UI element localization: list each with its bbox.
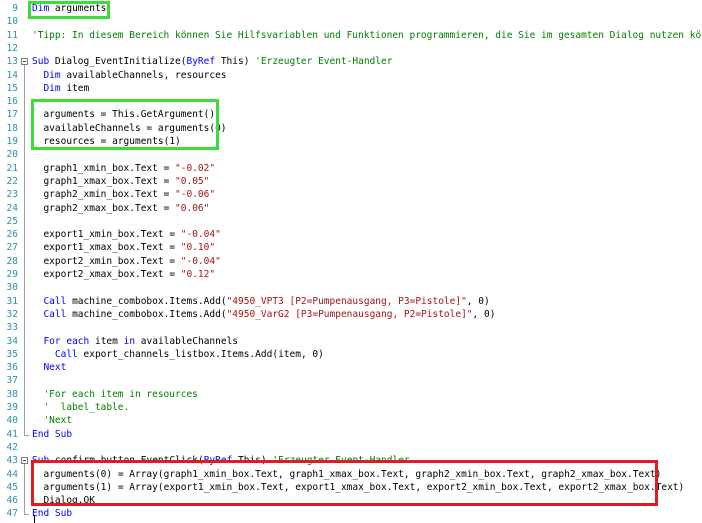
code-line[interactable]: export2_xmin_box.Text = "-0.04"	[32, 255, 220, 268]
code-line[interactable]: Dim arguments	[32, 2, 106, 15]
line-number: 14	[6, 69, 18, 81]
line-number: 31	[6, 295, 18, 307]
line-number: 43	[6, 455, 18, 467]
line-number: 23	[6, 189, 18, 201]
line-number: 40	[6, 415, 18, 427]
collapse-icon[interactable]	[21, 58, 28, 66]
line-number: 42	[6, 441, 18, 453]
line-number: 10	[6, 16, 18, 28]
code-line[interactable]: 'Next	[32, 414, 72, 427]
line-number: 39	[6, 402, 18, 413]
line-number: 27	[6, 242, 18, 254]
line-number: 36	[6, 362, 18, 374]
code-line[interactable]: ' label_table.	[32, 401, 129, 414]
code-line[interactable]: Sub confirm button EventClick(ByRef This…	[32, 454, 410, 467]
line-number: 37	[6, 375, 18, 387]
line-number-gutter: 9 10 11 12 13 14 15 16 17 18 19 20 21 22 23 24 25 26 27 28 2…	[0, 0, 18, 523]
code-line[interactable]: For each item in availableChannels	[32, 335, 238, 348]
code-editor[interactable]: 9 10 11 12 13 14 15 16 17 18 19 20 21 22 23 24 25 26 27 28 2…	[0, 0, 702, 523]
code-line[interactable]: Dialog.OK	[32, 494, 95, 507]
code-line[interactable]: Dim item	[32, 82, 89, 95]
line-number: 17	[6, 109, 18, 121]
line-number: 21	[6, 162, 18, 174]
line-number: 25	[6, 215, 18, 227]
line-number: 35	[6, 348, 18, 360]
code-line[interactable]: graph1_xmin_box.Text = "-0.02"	[32, 162, 215, 175]
code-line[interactable]: Call machine_combobox.Items.Add("4950_Va…	[32, 308, 495, 321]
code-line[interactable]: Dim availableChannels, resources	[32, 69, 226, 82]
fold-end-marker	[24, 434, 29, 436]
code-area[interactable]: Dim arguments 'Tipp: In diesem Bereich kö…	[32, 0, 702, 523]
line-number: 34	[6, 335, 18, 347]
line-number: 12	[6, 42, 18, 54]
code-line[interactable]: availableChannels = arguments(0)	[32, 122, 226, 135]
fold-guide	[24, 65, 25, 435]
line-number: 41	[6, 428, 18, 440]
line-number: 44	[6, 468, 18, 480]
code-line[interactable]: Sub Dialog_EventInitialize(ByRef This) '…	[32, 55, 392, 68]
code-line[interactable]: 'For each item in resources	[32, 388, 197, 401]
code-line[interactable]: export1_xmin_box.Text = "-0.04"	[32, 228, 220, 241]
line-number: 9	[12, 3, 18, 14]
code-line[interactable]: Call machine_combobox.Items.Add("4950_VP…	[32, 295, 489, 308]
code-line[interactable]: 'Tipp: In diesem Bereich können Sie Hilf…	[32, 29, 702, 42]
line-number: 45	[6, 481, 18, 493]
line-number: 28	[6, 255, 18, 267]
line-number: 19	[6, 136, 18, 147]
line-number: 18	[6, 122, 18, 134]
line-number: 16	[6, 96, 18, 108]
code-line[interactable]: export2_xmax_box.Text = "0.12"	[32, 268, 215, 281]
code-line[interactable]: arguments = This.GetArgument()	[32, 108, 215, 121]
code-line[interactable]: graph2_xmax_box.Text = "0.06"	[32, 202, 209, 215]
line-number: 38	[6, 388, 18, 400]
code-line[interactable]: End Sub	[32, 428, 72, 441]
line-number: 11	[6, 29, 18, 41]
line-number: 20	[6, 149, 18, 161]
line-number: 32	[6, 308, 18, 320]
code-line[interactable]: resources = arguments(1)	[32, 135, 180, 148]
line-number: 13	[6, 56, 18, 68]
code-line[interactable]: graph1_xmax_box.Text = "0.05"	[32, 175, 209, 188]
fold-guide	[24, 464, 25, 515]
line-number: 47	[6, 508, 18, 520]
code-line[interactable]: arguments(0) = Array(graph1_xmin_box.Tex…	[32, 468, 661, 481]
code-line[interactable]: Next	[32, 361, 66, 374]
line-number: 30	[6, 282, 18, 294]
folding-margin	[19, 0, 31, 523]
line-number: 15	[6, 82, 18, 94]
line-number: 46	[6, 495, 18, 507]
line-number: 33	[6, 322, 18, 334]
code-line[interactable]: Call export_channels_listbox.Items.Add(i…	[32, 348, 324, 361]
line-number: 22	[6, 175, 18, 187]
line-number: 29	[6, 269, 18, 280]
text-caret	[34, 515, 35, 523]
code-line[interactable]: export1_xmax_box.Text = "0.10"	[32, 241, 215, 254]
code-line[interactable]: arguments(1) = Array(export1_xmin_box.Te…	[32, 481, 684, 494]
collapse-icon[interactable]	[21, 457, 28, 465]
line-number: 26	[6, 229, 18, 241]
code-line[interactable]: graph2_xmin_box.Text = "-0.06"	[32, 188, 215, 201]
fold-end-marker	[24, 514, 29, 516]
code-line[interactable]: End Sub	[32, 507, 72, 520]
line-number: 24	[6, 202, 18, 214]
